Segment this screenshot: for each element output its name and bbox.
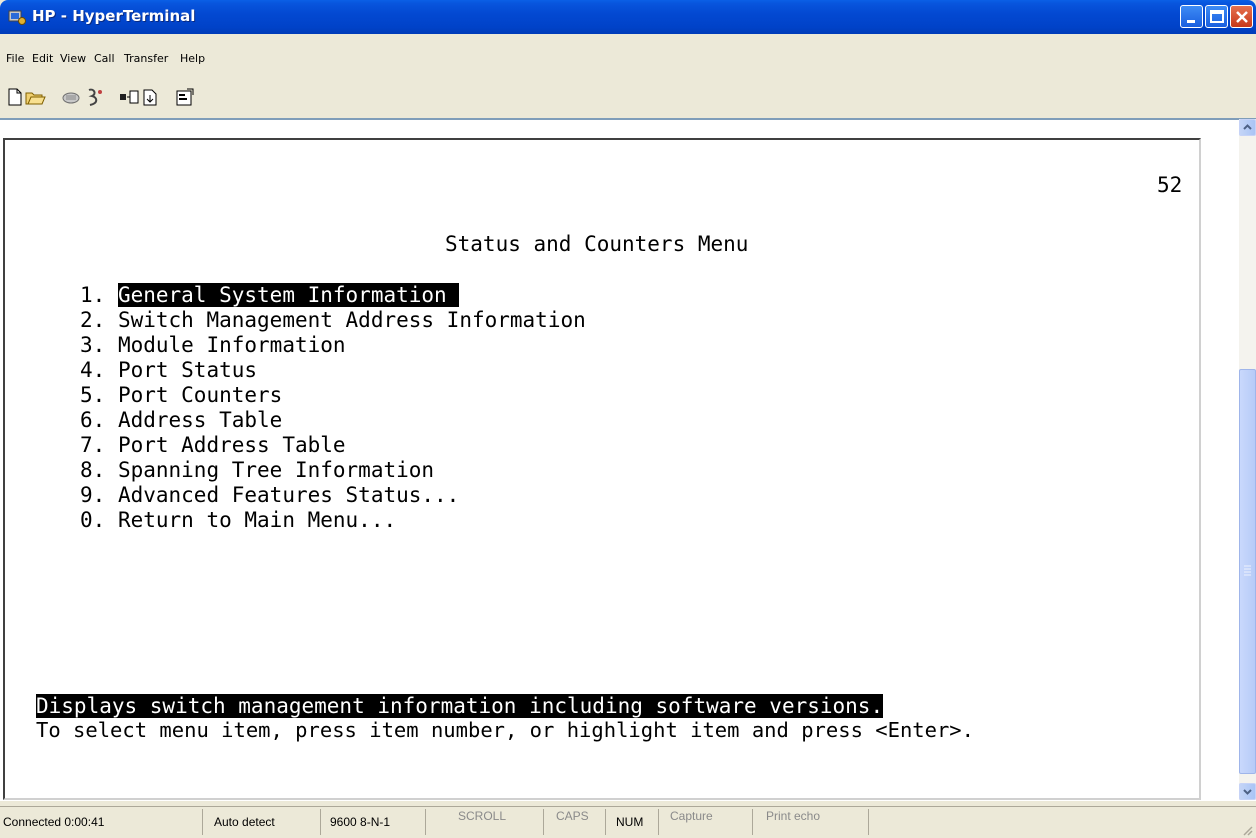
menu-item-port-address-table[interactable]: 7. Port Address Table xyxy=(80,435,346,456)
menu-help[interactable]: Help xyxy=(180,52,205,65)
menu-item-label: Advanced Features Status... xyxy=(117,483,460,507)
menu-item-label: Port Status xyxy=(117,358,258,382)
scroll-up-button[interactable] xyxy=(1239,119,1256,136)
menu-item-module-information[interactable]: 3. Module Information xyxy=(80,335,346,356)
menu-item-advanced-features-status[interactable]: 9. Advanced Features Status... xyxy=(80,485,459,506)
menu-item-general-system-information[interactable]: 1. General System Information xyxy=(80,283,460,307)
capture-indicator: Capture xyxy=(670,809,713,823)
menu-item-number: 5. xyxy=(80,383,106,407)
title-bar: HP - HyperTerminal xyxy=(0,0,1256,34)
new-connection-icon[interactable] xyxy=(4,86,26,108)
page-number: 52 xyxy=(1157,173,1183,197)
hyperterminal-app-icon xyxy=(8,10,26,25)
divider xyxy=(543,809,544,835)
send-icon[interactable] xyxy=(118,86,140,108)
menu-item-port-counters[interactable]: 5. Port Counters xyxy=(80,385,282,406)
scrollbar-thumb[interactable] xyxy=(1239,369,1256,774)
description-line: Displays switch management information i… xyxy=(36,694,884,718)
menu-item-number: 7. xyxy=(80,433,106,457)
scroll-indicator: SCROLL xyxy=(458,809,507,823)
help-line: To select menu item, press item number, … xyxy=(36,718,974,742)
arrow-up-icon xyxy=(1243,124,1252,130)
menu-item-number: 0. xyxy=(80,508,106,532)
close-button[interactable] xyxy=(1230,5,1253,28)
scroll-down-button[interactable] xyxy=(1239,783,1256,800)
divider xyxy=(752,809,753,835)
divider xyxy=(320,809,321,835)
menu-item-number: 9. xyxy=(80,483,106,507)
emulation-status: Auto detect xyxy=(214,815,275,829)
toolbar xyxy=(0,82,1256,112)
terminal-screen[interactable]: 52 Status and Counters Menu 1. General S… xyxy=(3,138,1201,800)
open-icon[interactable] xyxy=(24,86,46,108)
num-indicator: NUM xyxy=(616,815,644,829)
menu-item-label: General System Information xyxy=(117,283,460,307)
menu-item-number: 6. xyxy=(80,408,106,432)
item-description: Displays switch management information i… xyxy=(36,694,884,718)
divider xyxy=(658,809,659,835)
menu-item-number: 2. xyxy=(80,308,106,332)
menu-bar: File Edit View Call Transfer Help xyxy=(0,48,1256,70)
resize-grip-icon[interactable] xyxy=(1240,823,1254,837)
properties-icon[interactable] xyxy=(174,86,196,108)
menu-item-spanning-tree-information[interactable]: 8. Spanning Tree Information xyxy=(80,460,434,481)
menu-item-label: Port Counters xyxy=(117,383,283,407)
divider xyxy=(605,809,606,835)
print-echo-indicator: Print echo xyxy=(766,809,821,823)
menu-item-label: Spanning Tree Information xyxy=(117,458,435,482)
divider xyxy=(202,809,203,835)
maximize-button[interactable] xyxy=(1205,5,1228,28)
menu-item-number: 3. xyxy=(80,333,106,357)
menu-call[interactable]: Call xyxy=(94,52,115,65)
connection-status: Connected 0:00:41 xyxy=(3,815,105,829)
window-title: HP - HyperTerminal xyxy=(32,7,196,25)
menu-transfer[interactable]: Transfer xyxy=(124,52,168,65)
status-bar: Connected 0:00:41 Auto detect 9600 8-N-1… xyxy=(0,806,1256,838)
menu-item-number: 4. xyxy=(80,358,106,382)
menu-item-number: 1. xyxy=(80,283,106,307)
divider xyxy=(868,809,869,835)
menu-item-return-to-main-menu[interactable]: 0. Return to Main Menu... xyxy=(80,510,396,531)
grip-icon xyxy=(1244,565,1251,576)
terminal-area[interactable]: 52 Status and Counters Menu 1. General S… xyxy=(0,118,1256,801)
divider xyxy=(425,809,426,835)
dial-icon[interactable] xyxy=(84,86,106,108)
minimize-icon xyxy=(1187,20,1195,23)
receive-icon[interactable] xyxy=(140,86,162,108)
menu-item-number: 8. xyxy=(80,458,106,482)
menu-edit[interactable]: Edit xyxy=(32,52,53,65)
arrow-down-icon xyxy=(1243,789,1252,795)
menu-item-address-table[interactable]: 6. Address Table xyxy=(80,410,282,431)
close-icon xyxy=(1236,11,1248,23)
menu-item-label: Module Information xyxy=(117,333,346,357)
menu-file[interactable]: File xyxy=(6,52,24,65)
maximize-icon xyxy=(1210,10,1224,23)
caps-indicator: CAPS xyxy=(556,809,589,823)
vertical-scrollbar[interactable] xyxy=(1239,119,1256,800)
menu-item-label: Switch Management Address Information xyxy=(117,308,586,332)
minimize-button[interactable] xyxy=(1180,5,1203,28)
menu-item-label: Port Address Table xyxy=(117,433,346,457)
port-settings: 9600 8-N-1 xyxy=(330,815,391,829)
menu-item-label: Address Table xyxy=(117,408,283,432)
menu-title: Status and Counters Menu xyxy=(445,232,749,256)
menu-item-label: Return to Main Menu... xyxy=(117,508,397,532)
menu-item-port-status[interactable]: 4. Port Status xyxy=(80,360,257,381)
disconnect-icon[interactable] xyxy=(60,86,82,108)
menu-view[interactable]: View xyxy=(60,52,86,65)
menu-item-switch-management-address-information[interactable]: 2. Switch Management Address Information xyxy=(80,310,586,331)
